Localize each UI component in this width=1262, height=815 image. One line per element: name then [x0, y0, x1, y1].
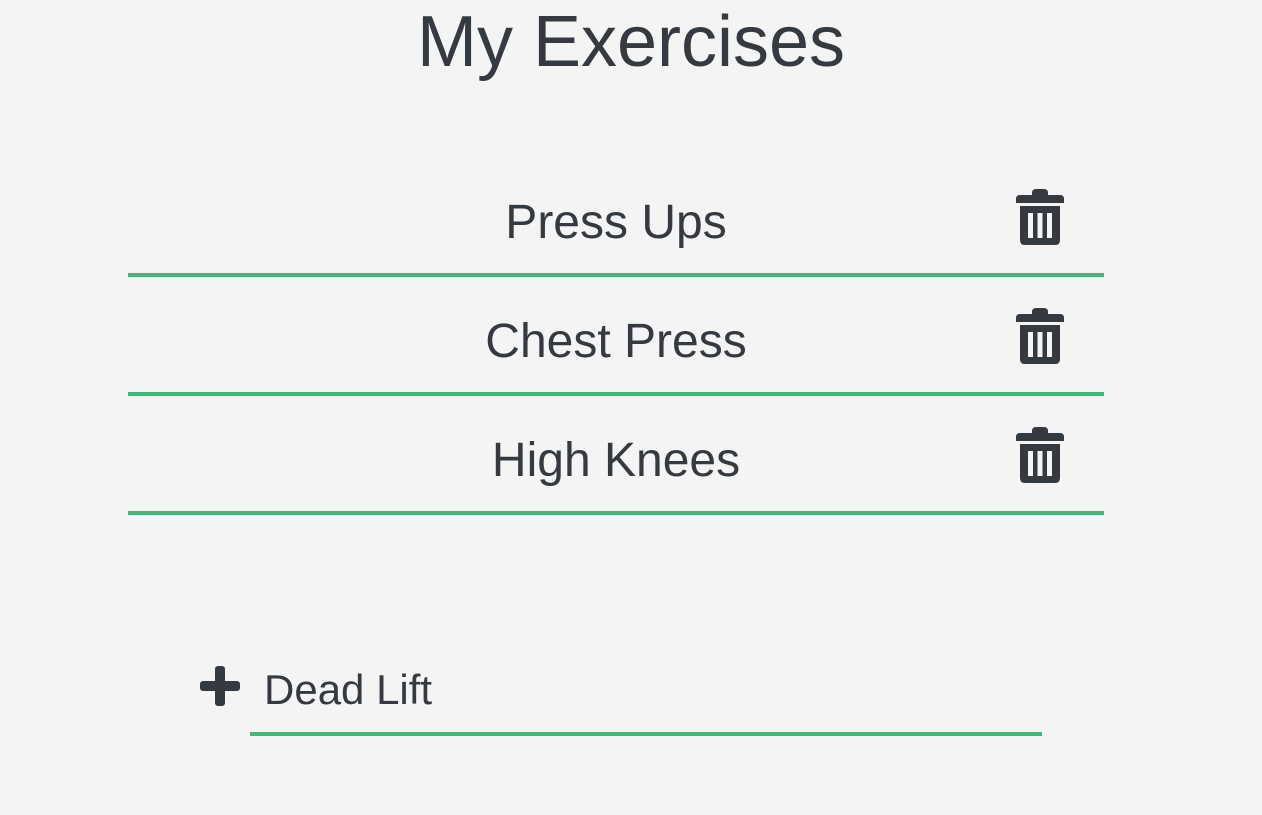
add-exercise-form	[196, 640, 1046, 740]
list-item: High Knees	[128, 396, 1104, 515]
list-item: Chest Press	[128, 277, 1104, 396]
exercise-name: Chest Press	[485, 315, 747, 368]
list-item: Press Ups	[128, 161, 1104, 277]
plus-icon[interactable]	[200, 666, 240, 706]
trash-icon[interactable]	[1016, 427, 1064, 483]
exercises-page: My Exercises Press Ups Chest Press High …	[0, 0, 1262, 815]
trash-icon[interactable]	[1016, 189, 1064, 245]
exercise-name-input[interactable]	[250, 648, 1042, 736]
trash-icon[interactable]	[1016, 308, 1064, 364]
exercise-name: High Knees	[491, 434, 741, 487]
exercise-list: Press Ups Chest Press High Knees	[128, 161, 1104, 515]
exercise-name: Press Ups	[505, 196, 727, 249]
page-title: My Exercises	[416, 2, 846, 82]
